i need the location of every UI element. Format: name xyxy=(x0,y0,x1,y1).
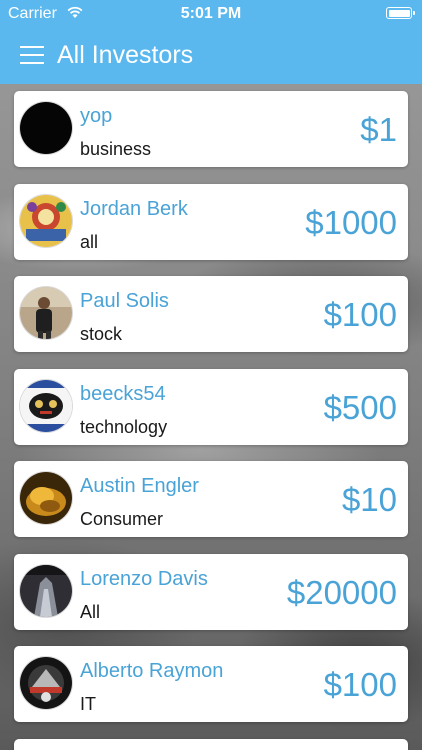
investor-avatar xyxy=(20,564,72,617)
investor-avatar xyxy=(20,472,72,524)
investor-avatar xyxy=(20,379,72,432)
investor-card[interactable]: beecks54 technology $500 xyxy=(14,368,408,445)
investor-name: beecks54 xyxy=(80,382,166,405)
investor-card[interactable]: Paul Solis stock $100 xyxy=(14,276,408,352)
investor-category: stock xyxy=(80,324,123,344)
investor-name: Alberto Raymon xyxy=(80,660,224,682)
investment-amount: $1 xyxy=(360,111,397,148)
investor-card[interactable]: Lorenzo Davis All $20000 xyxy=(14,553,408,630)
investor-card[interactable] xyxy=(14,738,408,750)
investment-amount: $10 xyxy=(341,481,397,518)
investor-card[interactable]: Alberto Raymon IT $100 xyxy=(14,646,408,722)
nav-header: Carrier 5:01 PM All Investors xyxy=(0,0,422,84)
investor-category: all xyxy=(80,231,99,252)
investor-category: technology xyxy=(80,416,168,437)
investor-avatar xyxy=(20,194,72,247)
investor-avatar xyxy=(20,102,72,154)
investor-list: yop business $1 Jordan Berk all $1000 Pa… xyxy=(14,91,408,750)
investment-amount: $100 xyxy=(323,296,397,333)
investor-avatar xyxy=(20,657,72,709)
investment-amount: $500 xyxy=(323,388,397,426)
page-title: All Investors xyxy=(57,41,194,69)
investor-name: yop xyxy=(80,105,113,127)
battery-icon xyxy=(386,7,415,19)
investor-category: business xyxy=(80,139,152,159)
investment-amount: $1000 xyxy=(305,203,397,241)
investor-avatar xyxy=(20,287,72,339)
hamburger-menu-icon[interactable] xyxy=(20,44,46,66)
investor-category: Consumer xyxy=(80,509,164,529)
investor-category: IT xyxy=(80,694,96,714)
investment-amount: $20000 xyxy=(286,573,397,611)
investor-card[interactable]: Austin Engler Consumer $10 xyxy=(14,461,408,537)
investor-name: Jordan Berk xyxy=(80,197,188,220)
investor-name: Lorenzo Davis xyxy=(80,567,208,590)
investor-card[interactable]: Jordan Berk all $1000 xyxy=(14,183,408,260)
status-bar: Carrier 5:01 PM xyxy=(0,0,422,30)
investor-name: Austin Engler xyxy=(80,475,199,497)
investor-card[interactable]: yop business $1 xyxy=(14,91,408,167)
investor-category: All xyxy=(80,601,101,622)
investor-name: Paul Solis xyxy=(80,290,169,312)
clock-time: 5:01 PM xyxy=(180,5,242,22)
investment-amount: $100 xyxy=(323,666,397,703)
